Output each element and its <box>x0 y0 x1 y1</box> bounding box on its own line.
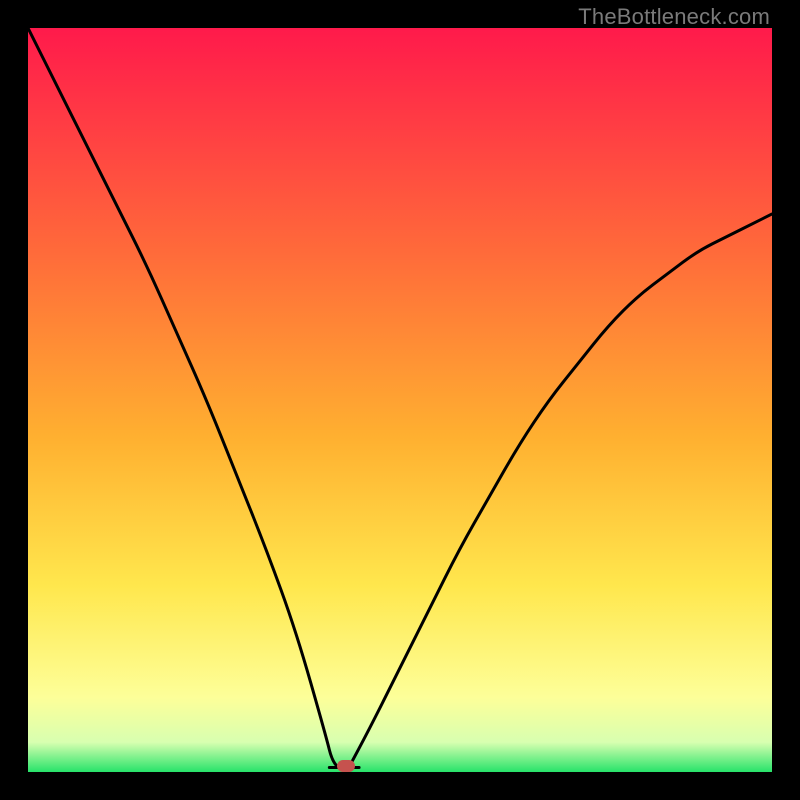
chart-background <box>28 28 772 772</box>
watermark-text: TheBottleneck.com <box>578 4 770 30</box>
bottleneck-chart <box>28 28 772 772</box>
optimum-marker <box>337 760 355 772</box>
chart-frame <box>28 28 772 772</box>
